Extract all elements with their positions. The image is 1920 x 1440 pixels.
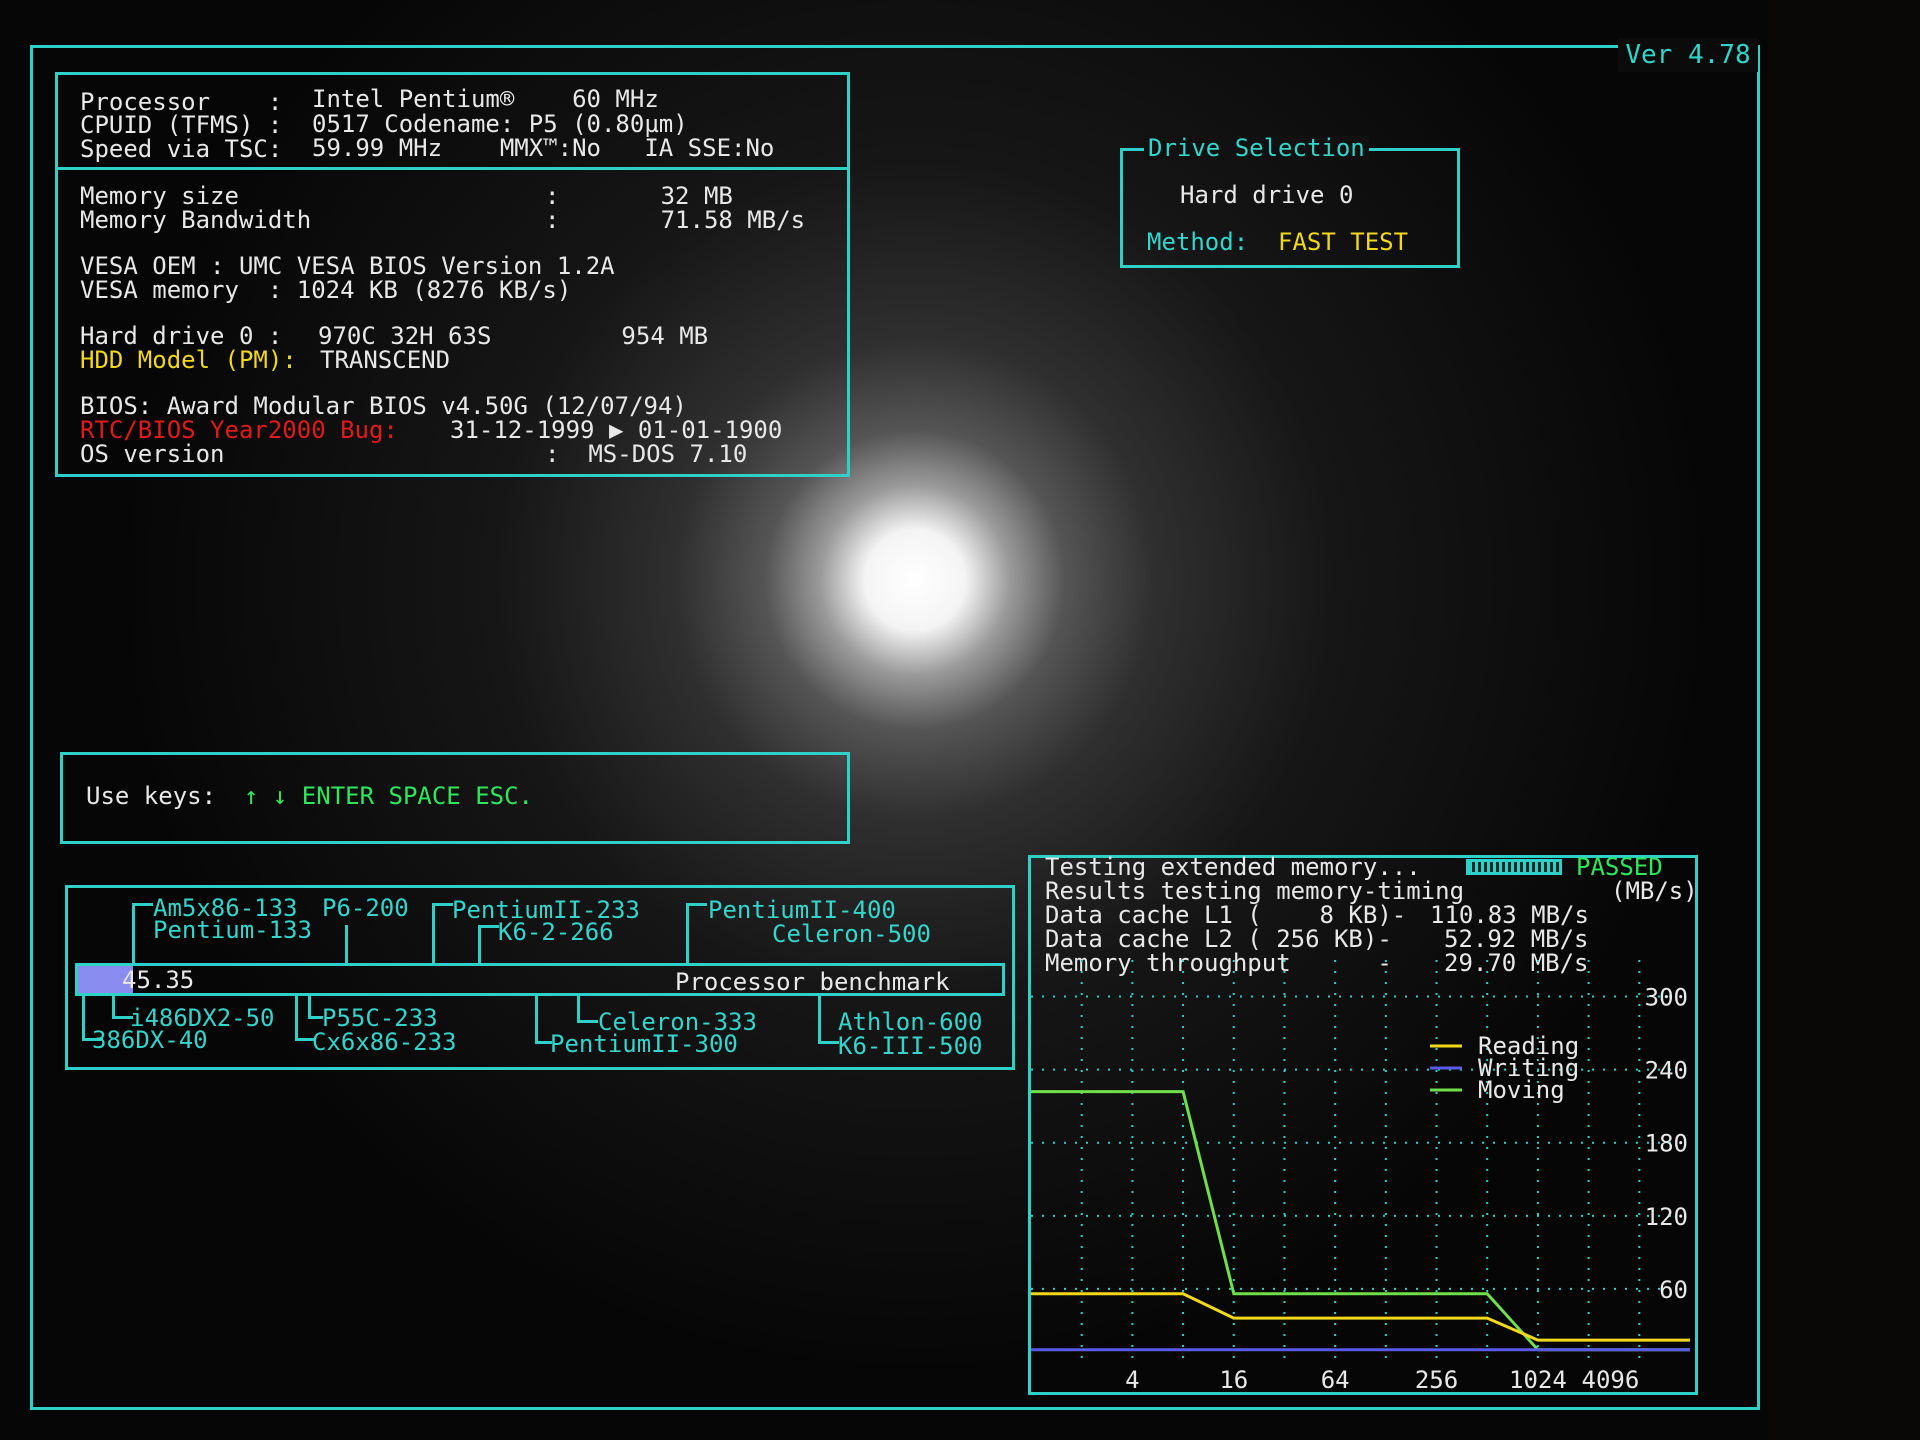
hard-drive-value: 970C 32H 63S 954 MB [318, 322, 709, 350]
l1-cache-label: Data cache L1 ( 8 KB)- [1045, 901, 1407, 929]
vesa-memory: VESA memory : 1024 KB (8276 KB/s) [80, 276, 572, 304]
benchmark-connector [478, 925, 499, 966]
cpu-label-p55c-233: P55C-233 [322, 1004, 438, 1032]
l2-cache-value: 52.92 MB/s [1444, 925, 1589, 953]
benchmark-connector [432, 903, 453, 966]
memory-results-unit: (MB/s) [1611, 877, 1698, 905]
benchmark-connector [686, 903, 707, 966]
monitor-bezel [1768, 0, 1920, 1440]
method-label: Method: [1147, 228, 1263, 256]
os-version-label: OS version [80, 440, 225, 468]
memory-throughput-label: Memory throughput - [1045, 949, 1392, 977]
hdd-model-label: HDD Model (PM): [80, 346, 312, 374]
cpu-label-p6-200: P6-200 [322, 894, 409, 922]
memory-throughput-value: 29.70 MB/s [1444, 949, 1589, 977]
drive-selection-drive[interactable]: Hard drive 0 [1180, 183, 1353, 207]
cpu-label-pentium-133: Pentium-133 [153, 916, 312, 944]
drive-selection-title: Drive Selection [1144, 136, 1369, 160]
cpu-label-k6-iii-500: K6-III-500 [838, 1032, 983, 1060]
cpu-label-pentiumii-300: PentiumII-300 [550, 1030, 738, 1058]
memory-bandwidth-label: Memory Bandwidth [80, 206, 312, 234]
cpu-label-celeron-500: Celeron-500 [772, 920, 931, 948]
hdd-model-value: TRANSCEND [320, 346, 451, 374]
memory-test-progress-bar [1466, 859, 1562, 875]
memory-size-value: : 32 MB [545, 182, 733, 210]
speed-value: 59.99 MHz MMX™:No IA SSE:No [312, 134, 775, 162]
cpu-label-k6-2-266: K6-2-266 [498, 918, 614, 946]
speed-label: Speed via TSC: [80, 135, 297, 163]
benchmark-connector [308, 996, 323, 1019]
memory-test-status: Testing extended memory... [1045, 853, 1421, 881]
memory-results-title: Results testing memory-timing [1045, 877, 1465, 905]
memory-test-passed: PASSED [1576, 853, 1663, 881]
memory-bandwidth-value: : 71.58 MB/s [545, 206, 806, 234]
cpu-label-cx6x86-233: Cx6x86-233 [312, 1028, 457, 1056]
benchmark-connector [577, 996, 598, 1023]
y2k-bug-label: RTC/BIOS Year2000 Bug: [80, 416, 413, 444]
l2-cache-label: Data cache L2 ( 256 KB)- [1045, 925, 1392, 953]
benchmark-title: Processor benchmark [675, 968, 950, 996]
benchmark-connector [818, 996, 839, 1044]
cpu-label-386dx-40: 386DX-40 [92, 1026, 208, 1054]
y2k-bug-value: 31-12-1999 ▶ 01-01-1900 [450, 416, 783, 444]
benchmark-score: 45.35 [122, 966, 195, 994]
l1-cache-value: 110.83 MB/s [1430, 901, 1589, 929]
cpuid-value: 0517 Codename: P5 (0.80µm) [312, 110, 688, 138]
cpu-label-athlon-600: Athlon-600 [838, 1008, 983, 1036]
divider [58, 167, 847, 170]
os-version-value: : MS-DOS 7.10 [545, 440, 748, 468]
hard-drive-label: Hard drive 0 : [80, 322, 297, 350]
keys-label: Use keys: [86, 782, 231, 810]
benchmark-connector [132, 903, 153, 966]
method-value[interactable]: FAST TEST [1278, 230, 1408, 254]
keys-list: ↑ ↓ ENTER SPACE ESC. [244, 782, 533, 810]
processor-value: Intel Pentium® 60 MHz [312, 85, 659, 113]
bios-info: BIOS: Award Modular BIOS v4.50G (12/07/9… [80, 392, 687, 420]
cpu-label-pentiumii-400: PentiumII-400 [708, 896, 896, 924]
version-label: Ver 4.78 [1618, 38, 1758, 72]
cpuid-label: CPUID (TFMS) : [80, 111, 297, 139]
benchmark-connector [345, 925, 348, 963]
memory-size-label: Memory size [80, 182, 239, 210]
vesa-oem: VESA OEM : UMC VESA BIOS Version 1.2A [80, 252, 615, 280]
